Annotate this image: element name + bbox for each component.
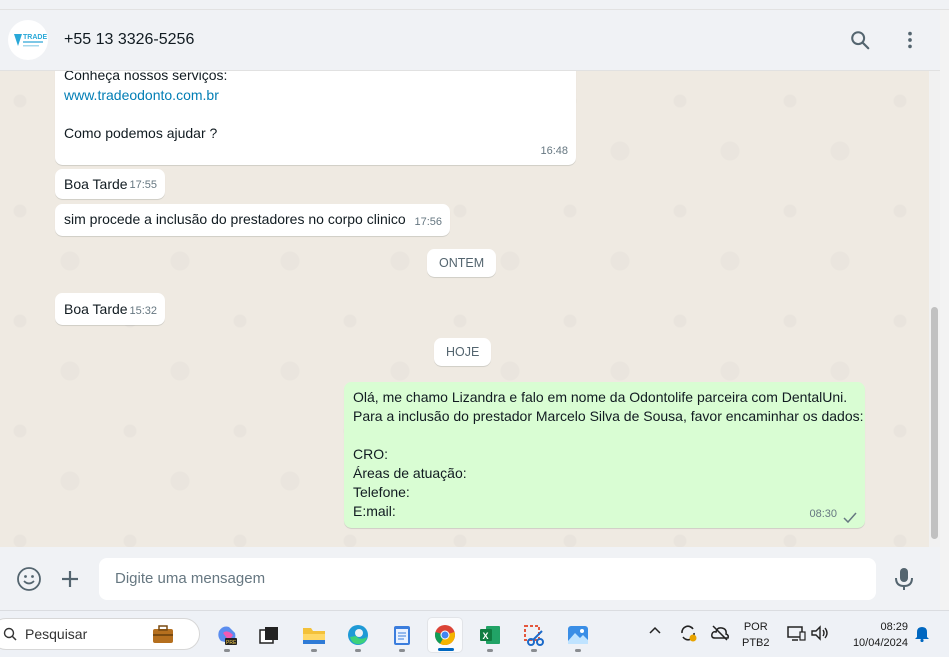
- taskbar-edge-icon[interactable]: [340, 617, 376, 653]
- tray-clock[interactable]: 08:29 10/04/2024: [842, 619, 908, 651]
- svg-text:PRE: PRE: [226, 640, 237, 646]
- message-time: 17:56: [414, 216, 442, 228]
- tray-language-label: POR: [743, 621, 768, 633]
- message-time: 16:48: [540, 145, 568, 157]
- message-composer: [0, 547, 940, 610]
- contact-avatar[interactable]: TRADE: [8, 20, 48, 60]
- message-bubble-outgoing[interactable]: Olá, me chamo Lizandra e falo em nome da…: [344, 382, 865, 528]
- tray-layout-label: PTB2: [742, 637, 770, 649]
- contact-name[interactable]: +55 13 3326-5256: [64, 31, 194, 49]
- search-icon: [3, 627, 17, 641]
- message-bubble-incoming[interactable]: Boa Tarde 15:32: [55, 293, 165, 325]
- taskbar: Pesquisar PRE X POR PTB2 08:29 10/04/202…: [0, 610, 949, 657]
- message-text: Boa Tarde: [64, 176, 128, 192]
- tray-input-language[interactable]: POR PTB2: [742, 619, 770, 651]
- message-time: 17:55: [129, 179, 157, 191]
- taskbar-file-explorer-icon[interactable]: [296, 617, 332, 653]
- chat-header: TRADE +55 13 3326-5256: [0, 10, 940, 71]
- check-icon: [843, 512, 857, 523]
- window-edge: [940, 10, 949, 610]
- message-bubble-incoming[interactable]: sim procede a inclusão do prestadores no…: [55, 204, 450, 236]
- trade-logo-icon: TRADE: [14, 34, 47, 47]
- chat-panel: Conheça nossos serviços: www.tradeodonto…: [0, 71, 929, 547]
- message-text: Boa Tarde: [64, 301, 128, 317]
- message-text: sim procede a inclusão do prestadores no…: [64, 211, 406, 227]
- attach-plus-icon[interactable]: [50, 559, 90, 599]
- taskbar-chrome-icon[interactable]: [427, 617, 463, 653]
- search-icon[interactable]: [840, 20, 880, 60]
- taskbar-copilot-icon[interactable]: PRE: [209, 617, 245, 653]
- taskbar-excel-icon[interactable]: X: [472, 617, 508, 653]
- message-bubble-incoming[interactable]: Conheça nossos serviços: www.tradeodonto…: [55, 71, 576, 165]
- taskbar-photos-icon[interactable]: [560, 617, 596, 653]
- chat-scrollbar[interactable]: [929, 71, 940, 547]
- emoji-icon[interactable]: [9, 559, 49, 599]
- window-top-strip: [0, 0, 949, 10]
- notification-bell-icon[interactable]: [914, 624, 930, 647]
- scrollbar-thumb[interactable]: [931, 307, 938, 539]
- date-divider: HOJE: [434, 338, 492, 366]
- date-divider: ONTEM: [427, 249, 497, 277]
- message-time: 08:30: [809, 508, 837, 520]
- tray-sync-icon[interactable]: [678, 623, 698, 648]
- briefcase-icon: [153, 625, 173, 643]
- menu-dots-icon[interactable]: [890, 20, 930, 60]
- message-input[interactable]: [99, 557, 876, 600]
- tray-time: 08:29: [880, 621, 908, 633]
- message-text: Conheça nossos serviços:: [64, 71, 228, 83]
- taskbar-search[interactable]: Pesquisar: [0, 618, 200, 650]
- tray-date: 10/04/2024: [852, 637, 908, 649]
- microphone-icon[interactable]: [884, 559, 924, 599]
- search-label: Pesquisar: [25, 626, 88, 642]
- message-text: Como podemos ajudar ?: [64, 125, 218, 141]
- message-time: 15:32: [129, 305, 157, 317]
- taskbar-taskview-icon[interactable]: [251, 617, 287, 653]
- tray-network-icon[interactable]: [786, 624, 806, 647]
- message-link[interactable]: www.tradeodonto.com.br: [64, 86, 219, 105]
- taskbar-notepad-icon[interactable]: [384, 617, 420, 653]
- svg-text:TRADE: TRADE: [23, 34, 47, 41]
- taskbar-snipping-tool-icon[interactable]: [516, 617, 552, 653]
- svg-text:X: X: [483, 631, 489, 641]
- message-text: Olá, me chamo Lizandra e falo em nome da…: [353, 389, 864, 519]
- tray-volume-icon[interactable]: [810, 624, 830, 647]
- tray-overflow-chevron-icon[interactable]: [648, 624, 662, 643]
- tray-cloud-offline-icon[interactable]: [710, 624, 730, 647]
- message-bubble-incoming[interactable]: Boa Tarde 17:55: [55, 169, 165, 199]
